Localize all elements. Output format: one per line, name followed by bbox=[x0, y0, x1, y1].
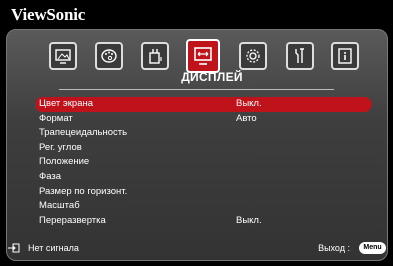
menu-item-label: Масштаб bbox=[39, 200, 80, 212]
menu-item-label: Размер по горизонт. bbox=[39, 185, 128, 197]
tab-power[interactable] bbox=[141, 42, 169, 70]
tab-picture[interactable] bbox=[49, 42, 77, 70]
menu-item-zoom[interactable]: Масштаб bbox=[39, 199, 367, 214]
tab-tools[interactable] bbox=[286, 42, 314, 70]
menu-item-corner-adjust[interactable]: Рег. углов bbox=[39, 141, 367, 156]
divider bbox=[59, 89, 334, 90]
exit-label: Выход : bbox=[318, 243, 350, 253]
power-plug-icon bbox=[149, 49, 162, 64]
menu-item-value: Выкл. bbox=[236, 214, 262, 226]
menu-item-format[interactable]: Формат Авто bbox=[39, 112, 367, 127]
osd-panel: ДИСПЛЕЙ Цвет экрана Выкл. Формат Авто Тр… bbox=[6, 29, 388, 261]
display-icon bbox=[194, 47, 212, 65]
tab-color[interactable] bbox=[95, 42, 123, 70]
footer-bar: Нет сигнала Выход : Menu bbox=[8, 240, 386, 256]
color-palette-icon bbox=[101, 49, 117, 63]
menu-item-label: Фаза bbox=[39, 170, 62, 182]
input-source-icon bbox=[8, 243, 20, 253]
signal-status: Нет сигнала bbox=[28, 243, 79, 253]
menu-item-label: Формат bbox=[39, 112, 73, 124]
tab-info[interactable] bbox=[331, 42, 359, 70]
menu-item-screen-color[interactable]: Цвет экрана Выкл. bbox=[35, 97, 371, 112]
menu-item-phase[interactable]: Фаза bbox=[39, 170, 367, 185]
menu-item-keystone[interactable]: Трапецеидальность bbox=[39, 126, 367, 141]
menu-item-value: Авто bbox=[236, 112, 257, 124]
tools-icon bbox=[295, 48, 304, 63]
menu-list: Цвет экрана Выкл. Формат Авто Трапецеида… bbox=[35, 97, 371, 229]
menu-item-label: Рег. углов bbox=[39, 141, 82, 153]
tab-settings[interactable] bbox=[239, 42, 267, 70]
info-icon bbox=[338, 48, 352, 64]
menu-item-label: Цвет экрана bbox=[39, 98, 94, 109]
menu-item-h-size[interactable]: Размер по горизонт. bbox=[39, 185, 367, 200]
settings-gear-icon bbox=[246, 49, 260, 63]
menu-item-label: Трапецеидальность bbox=[39, 127, 128, 139]
menu-item-overscan[interactable]: Переразвертка Выкл. bbox=[39, 214, 367, 229]
tab-display[interactable] bbox=[186, 39, 220, 73]
picture-icon bbox=[55, 49, 71, 64]
brand-logo: ViewSonic bbox=[11, 5, 86, 24]
menu-button[interactable]: Menu bbox=[359, 242, 386, 254]
menu-item-label: Переразвертка bbox=[39, 214, 106, 226]
tab-bar: ДИСПЛЕЙ bbox=[7, 39, 387, 92]
active-tab-title: ДИСПЛЕЙ bbox=[181, 70, 243, 84]
menu-item-position[interactable]: Положение bbox=[39, 155, 367, 170]
menu-item-value: Выкл. bbox=[236, 98, 262, 109]
menu-item-label: Положение bbox=[39, 156, 90, 168]
